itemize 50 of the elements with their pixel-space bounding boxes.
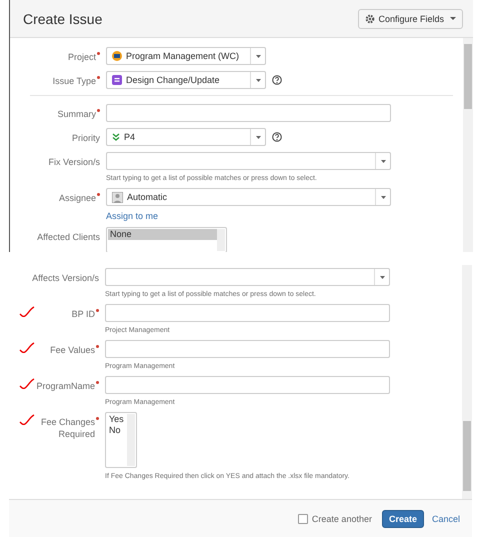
field-label: Assignee [58,192,96,204]
listbox[interactable]: None [106,227,227,252]
field-label: Fee Changes Required [40,416,95,440]
field-label: Priority [72,132,100,144]
configure-fields-button[interactable]: Configure Fields [358,8,463,28]
caret-icon [450,16,456,20]
caret-icon [256,136,260,138]
field-label: Affected Clients [37,231,100,243]
double-chevron-down-icon [112,133,120,141]
listbox-option[interactable]: Yes [107,414,127,425]
input-field[interactable] [105,376,390,394]
checkbox-label[interactable]: Create another [312,514,372,524]
field-label: Fix Version/s [48,156,100,168]
field-label: Issue Type [52,75,96,87]
select-field[interactable]: P4 [106,128,266,146]
select-field[interactable] [105,268,390,286]
input-field[interactable] [106,104,391,122]
select-field[interactable] [106,152,391,170]
field-label: ProgramName [36,380,95,392]
gear-icon [365,14,376,24]
select-field[interactable]: Program Management (WC) [106,47,266,65]
checkbox[interactable] [298,514,308,524]
issue-type-icon [112,75,122,85]
scrollbar[interactable] [463,38,473,252]
field-label: BP ID [72,308,95,320]
assign-to-me-link[interactable]: Assign to me [106,211,463,221]
select-field[interactable]: Automatic [106,188,391,206]
cancel-link[interactable]: Cancel [432,514,460,524]
scrollbar[interactable] [217,229,225,251]
caret-icon [256,78,260,82]
field-label: Affects Version/s [32,272,99,284]
listbox-option[interactable]: No [107,425,127,436]
listbox-option[interactable]: None [108,229,217,240]
listbox[interactable]: Yes No [105,412,137,468]
select-field[interactable]: Design Change/Update [106,71,266,89]
caret-icon [380,276,384,278]
field-label: Fee Values [50,344,95,356]
field-label: Summary [57,108,96,120]
input-field[interactable] [105,340,390,358]
caret-icon [380,160,386,162]
user-avatar-icon [112,192,123,202]
dialog-title: Create Issue [23,10,102,26]
caret-icon [380,196,386,198]
caret-icon [256,54,260,58]
scrollbar[interactable] [462,265,472,499]
project-avatar-icon [112,51,122,61]
field-label: Project [68,51,96,63]
scrollbar[interactable] [127,414,135,466]
create-button[interactable]: Create [382,510,424,528]
input-field[interactable] [105,304,390,322]
